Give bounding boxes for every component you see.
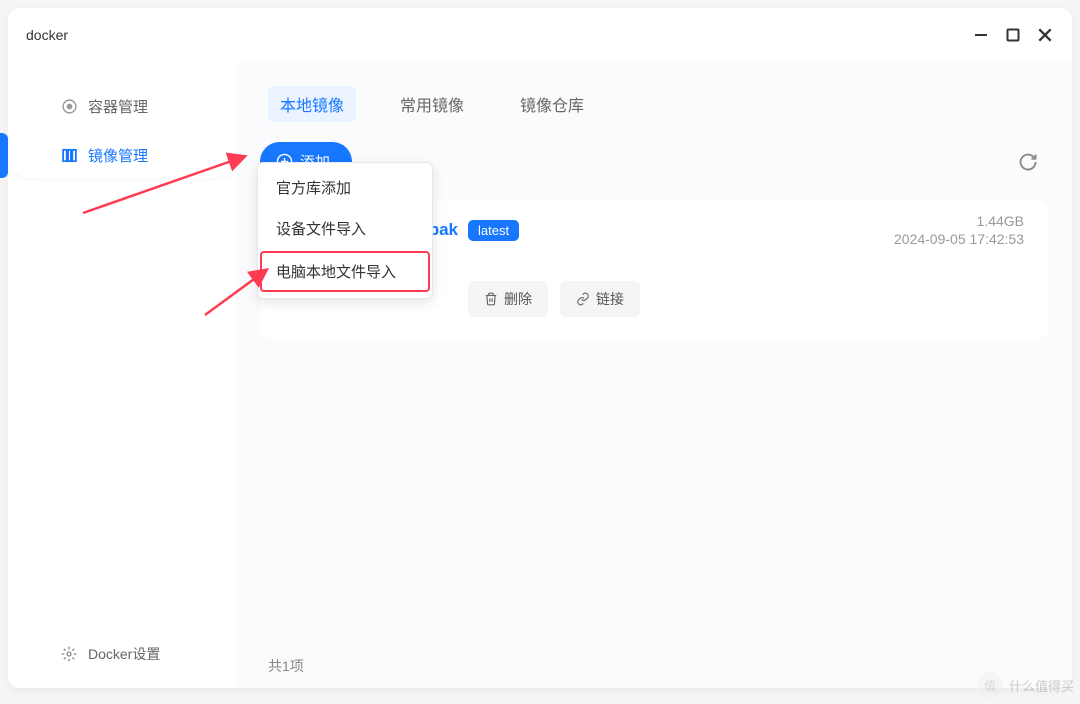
sidebar: 容器管理 镜像管理 Docker设置 (8, 62, 236, 688)
link-label: 链接 (596, 289, 624, 309)
refresh-button[interactable] (1016, 150, 1040, 174)
tab-image-repo[interactable]: 镜像仓库 (508, 86, 596, 122)
delete-button[interactable]: 删除 (468, 281, 548, 317)
maximize-button[interactable] (1004, 26, 1022, 44)
main-panel: 本地镜像 常用镜像 镜像仓库 添加 lbak latest (236, 62, 1072, 688)
sidebar-item-containers[interactable]: 容器管理 (8, 84, 236, 129)
link-icon (576, 292, 590, 306)
link-button[interactable]: 链接 (560, 281, 640, 317)
watermark-icon: 值 (977, 672, 1003, 698)
body: 容器管理 镜像管理 Docker设置 (8, 62, 1072, 688)
window-controls (972, 26, 1054, 44)
window-title: docker (26, 27, 68, 43)
tabs: 本地镜像 常用镜像 镜像仓库 (260, 62, 1048, 130)
close-button[interactable] (1036, 26, 1054, 44)
sidebar-items: 容器管理 镜像管理 (8, 80, 236, 644)
card-meta: 1.44GB 2024-09-05 17:42:53 (894, 213, 1024, 247)
settings-label: Docker设置 (88, 644, 160, 664)
close-icon (1037, 27, 1053, 43)
dropdown-item-official[interactable]: 官方库添加 (258, 167, 432, 208)
minimize-icon (974, 28, 988, 42)
minimize-button[interactable] (972, 26, 990, 44)
footer: 共1项 (260, 656, 1048, 688)
refresh-icon (1018, 152, 1038, 172)
docker-settings-link[interactable]: Docker设置 (60, 644, 218, 664)
dropdown-item-local-file[interactable]: 电脑本地文件导入 (260, 251, 430, 292)
image-tag: latest (468, 220, 519, 241)
dropdown-item-device-file[interactable]: 设备文件导入 (258, 208, 432, 249)
container-icon (60, 98, 78, 116)
image-datetime: 2024-09-05 17:42:53 (894, 231, 1024, 247)
tab-local-images[interactable]: 本地镜像 (268, 86, 356, 122)
add-dropdown-menu: 官方库添加 设备文件导入 电脑本地文件导入 (257, 162, 433, 299)
tab-common-images[interactable]: 常用镜像 (388, 86, 476, 122)
delete-label: 删除 (504, 289, 532, 309)
trash-icon (484, 292, 498, 306)
titlebar: docker (8, 8, 1072, 62)
item-count: 共1项 (268, 658, 304, 674)
sidebar-item-label: 容器管理 (88, 96, 148, 117)
gear-icon (60, 645, 78, 663)
watermark-text: 什么值得买 (1009, 676, 1074, 695)
sidebar-item-label: 镜像管理 (88, 145, 148, 166)
app-window: docker 容器管理 (8, 8, 1072, 688)
image-icon (60, 147, 78, 165)
watermark: 值 什么值得买 (977, 672, 1074, 698)
image-size: 1.44GB (977, 213, 1024, 229)
sidebar-bottom: Docker设置 (8, 644, 236, 688)
maximize-icon (1006, 28, 1020, 42)
sidebar-item-images[interactable]: 镜像管理 (8, 133, 236, 178)
